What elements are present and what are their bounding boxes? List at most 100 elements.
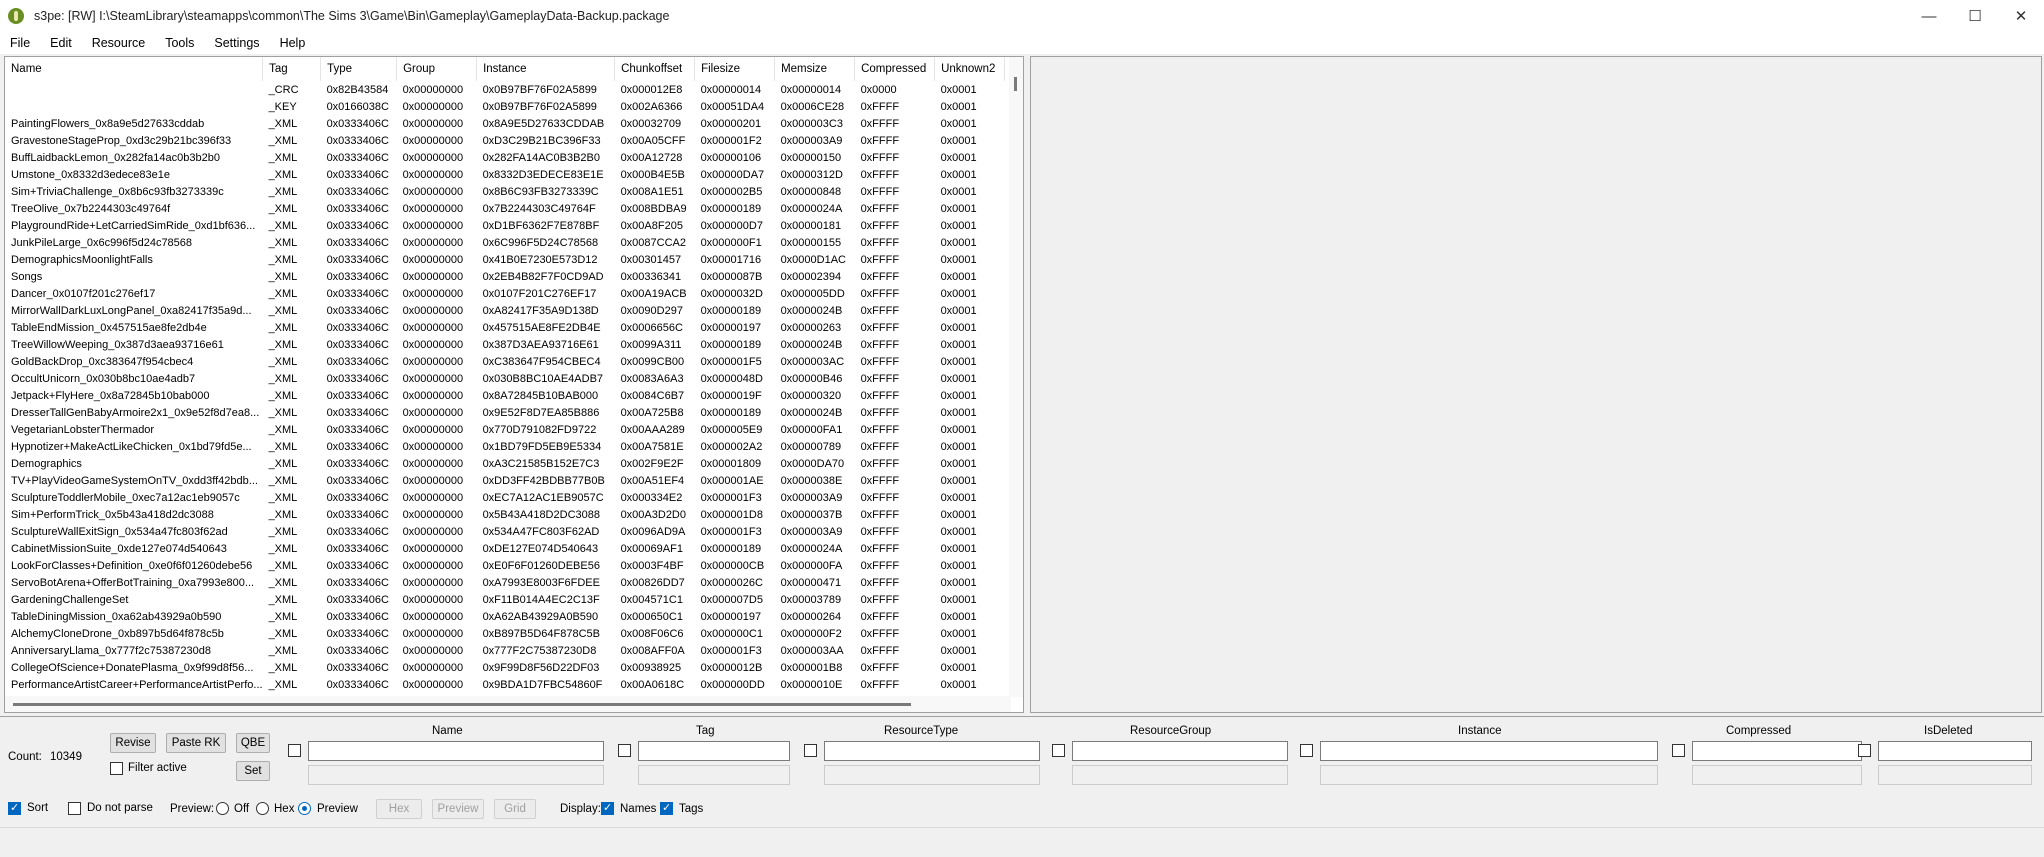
filter-name-input[interactable] — [308, 741, 604, 761]
hex-button[interactable]: Hex — [376, 799, 422, 819]
table-row[interactable]: ServoBotArena+OfferBotTraining_0xa7993e8… — [5, 574, 1005, 591]
table-row[interactable]: CabinetMissionSuite_0xde127e074d540643 _X… — [5, 540, 1005, 557]
table-row[interactable]: VegetarianLobsterThermador _XML 0x0333406C… — [5, 421, 1005, 438]
filter-compressed-checkbox[interactable] — [1672, 744, 1685, 757]
table-row[interactable]: SculptureToddlerMobile_0xec7a12ac1eb9057… — [5, 489, 1005, 506]
table-cell: TreeWillowWeeping_0x387d3aea93716e61 — [11, 338, 224, 351]
table-row[interactable]: TV+PlayVideoGameSystemOnTV_0xdd3ff42bdb.… — [5, 472, 1005, 489]
filter-resourcegroup-input[interactable] — [1072, 741, 1288, 761]
filter-resourcegroup-checkbox[interactable] — [1052, 744, 1065, 757]
table-row[interactable]: _CRC 0x82B43584 0x00000000 0x0B97BF76F02A58… — [5, 81, 1005, 98]
table-row[interactable]: _KEY 0x0166038C 0x00000000 0x0B97BF76F02A58… — [5, 98, 1005, 115]
column-header[interactable]: Unknown2 — [934, 57, 1006, 81]
table-row[interactable]: AnniversaryLlama_0x777f2c75387230d8 _XML 0… — [5, 642, 1005, 659]
table-cell: CabinetMissionSuite_0xde127e074d540643 — [11, 542, 227, 555]
table-row[interactable]: DemographicsMoonlightFalls _XML 0x0333406C… — [5, 251, 1005, 268]
filter-compressed-input[interactable] — [1692, 741, 1862, 761]
filter-tag-input[interactable] — [638, 741, 790, 761]
table-row[interactable]: Sim+TriviaChallenge_0x8b6c93fb3273339c _X… — [5, 183, 1005, 200]
table-row[interactable]: PlaygroundRide+LetCarriedSimRide_0xd1bf6… — [5, 217, 1005, 234]
table-cell: 0x0003F4BF — [620, 559, 684, 572]
display-tags-checkbox[interactable] — [660, 801, 673, 815]
table-row[interactable]: PerformanceArtistCareer+PerformanceArtis… — [5, 676, 1005, 693]
grid-button[interactable]: Grid — [494, 799, 536, 819]
count-label: Count: — [8, 751, 42, 763]
table-row[interactable]: Sim+PerformTrick_0x5b43a418d2dc3088 _XML 0… — [5, 506, 1005, 523]
table-row[interactable]: BuffLaidbackLemon_0x282fa14ac0b3b2b0 _XML… — [5, 149, 1005, 166]
scroll-thumb[interactable] — [13, 703, 911, 706]
table-cell: 0xFFFF — [860, 661, 900, 674]
table-row[interactable]: DresserTallGenBabyArmoire2x1_0x9e52f8d7e… — [5, 404, 1005, 421]
table-cell: 0x0333406C — [326, 525, 389, 538]
table-row[interactable]: Umstone_0x8332d3edece83e1e _XML 0x0333406C… — [5, 166, 1005, 183]
table-cell: 0x000000FA — [780, 559, 843, 572]
column-header[interactable]: Instance — [476, 57, 616, 81]
do-not-parse-checkbox[interactable] — [68, 802, 81, 815]
menu-resource[interactable]: Resource — [90, 34, 148, 52]
table-row[interactable]: LookForClasses+Definition_0xe0f6f01260de… — [5, 557, 1005, 574]
sort-checkbox[interactable] — [8, 801, 21, 815]
filter-active-checkbox[interactable] — [110, 762, 123, 775]
resource-list[interactable]: Name Tag Type Group Instance Chunkoffset… — [4, 56, 1024, 713]
table-row[interactable]: GravestoneStageProp_0xd3c29b21bc396f33 _X… — [5, 132, 1005, 149]
table-row[interactable]: GardeningChallengeSet _XML 0x0333406C 0x000… — [5, 591, 1005, 608]
table-cell: 0x2EB4B82F7F0CD9AD — [482, 270, 604, 283]
menu-settings[interactable]: Settings — [212, 34, 261, 52]
column-header[interactable]: Type — [320, 57, 398, 81]
scroll-thumb[interactable] — [1014, 77, 1017, 91]
table-row[interactable]: TreeWillowWeeping_0x387d3aea93716e61 _XML… — [5, 336, 1005, 353]
display-names-checkbox[interactable] — [601, 801, 614, 815]
table-row[interactable]: MirrorWallDarkLuxLongPanel_0xa82417f35a9… — [5, 302, 1005, 319]
column-header[interactable]: Tag — [262, 57, 322, 81]
table-row[interactable]: Jetpack+FlyHere_0x8a72845b10bab000 _XML 0x… — [5, 387, 1005, 404]
table-row[interactable]: Demographics _XML 0x0333406C 0x00000000 0xA3… — [5, 455, 1005, 472]
maximize-button[interactable]: ☐ — [1952, 0, 1998, 32]
menu-help[interactable]: Help — [278, 34, 308, 52]
filter-isdeleted-checkbox[interactable] — [1858, 744, 1871, 757]
filter-name-checkbox[interactable] — [288, 744, 301, 757]
horizontal-scrollbar[interactable] — [5, 696, 1011, 712]
minimize-button[interactable]: — — [1906, 0, 1952, 32]
table-row[interactable]: Dancer_0x0107f201c276ef17 _XML 0x0333406C 0… — [5, 285, 1005, 302]
table-row[interactable]: PaintingFlowers_0x8a9e5d27633cddab _XML 0x… — [5, 115, 1005, 132]
table-cell: 0x0000024B — [780, 338, 843, 351]
preview-preview-radio[interactable] — [298, 802, 311, 815]
set-button[interactable]: Set — [236, 761, 270, 781]
paste-rk-button[interactable]: Paste RK — [166, 733, 226, 753]
table-row[interactable]: CollegeOfScience+DonatePlasma_0x9f99d8f5… — [5, 659, 1005, 676]
filter-instance-checkbox[interactable] — [1300, 744, 1313, 757]
table-row[interactable]: SculptureWallExitSign_0x534a47fc803f62ad… — [5, 523, 1005, 540]
table-row[interactable]: Songs _XML 0x0333406C 0x00000000 0x2EB4B82F7… — [5, 268, 1005, 285]
table-row[interactable]: TreeOlive_0x7b2244303c49764f _XML 0x033340… — [5, 200, 1005, 217]
table-row[interactable]: Hypnotizer+MakeActLikeChicken_0x1bd79fd5… — [5, 438, 1005, 455]
column-header[interactable]: Filesize — [694, 57, 776, 81]
filter-instance-input[interactable] — [1320, 741, 1658, 761]
preview-button[interactable]: Preview — [432, 799, 484, 819]
table-row[interactable]: JunkPileLarge_0x6c996f5d24c78568 _XML 0x03… — [5, 234, 1005, 251]
table-row[interactable]: GoldBackDrop_0xc383647f954cbec4 _XML 0x033… — [5, 353, 1005, 370]
preview-hex-radio[interactable] — [256, 802, 269, 815]
menu-edit[interactable]: Edit — [48, 34, 74, 52]
table-cell: 0x00000189 — [700, 542, 762, 555]
preview-off-radio[interactable] — [216, 802, 229, 815]
close-button[interactable]: ✕ — [1998, 0, 2044, 32]
column-header[interactable]: Name — [5, 57, 264, 81]
filter-isdeleted-input[interactable] — [1878, 741, 2032, 761]
column-header[interactable]: Compressed — [854, 57, 936, 81]
column-header[interactable]: Chunkoffset — [614, 57, 696, 81]
filter-resourcetype-input[interactable] — [824, 741, 1040, 761]
vertical-scrollbar[interactable] — [1009, 57, 1023, 697]
table-row[interactable]: TableDiningMission_0xa62ab43929a0b590 _XM… — [5, 608, 1005, 625]
filter-resourcetype-checkbox[interactable] — [804, 744, 817, 757]
filter-tag-checkbox[interactable] — [618, 744, 631, 757]
qbe-button[interactable]: QBE — [236, 733, 270, 753]
table-row[interactable]: AlchemyCloneDrone_0xb897b5d64f878c5b _XML… — [5, 625, 1005, 642]
table-row[interactable]: OccultUnicorn_0x030b8bc10ae4adb7 _XML 0x03… — [5, 370, 1005, 387]
table-row[interactable]: TableEndMission_0x457515ae8fe2db4e _XML 0x… — [5, 319, 1005, 336]
table-cell: 0xD3C29B21BC396F33 — [482, 134, 601, 147]
revise-button[interactable]: Revise — [110, 733, 156, 753]
column-header[interactable]: Memsize — [774, 57, 856, 81]
column-header[interactable]: Group — [396, 57, 478, 81]
menu-tools[interactable]: Tools — [163, 34, 196, 52]
menu-file[interactable]: File — [8, 34, 32, 52]
